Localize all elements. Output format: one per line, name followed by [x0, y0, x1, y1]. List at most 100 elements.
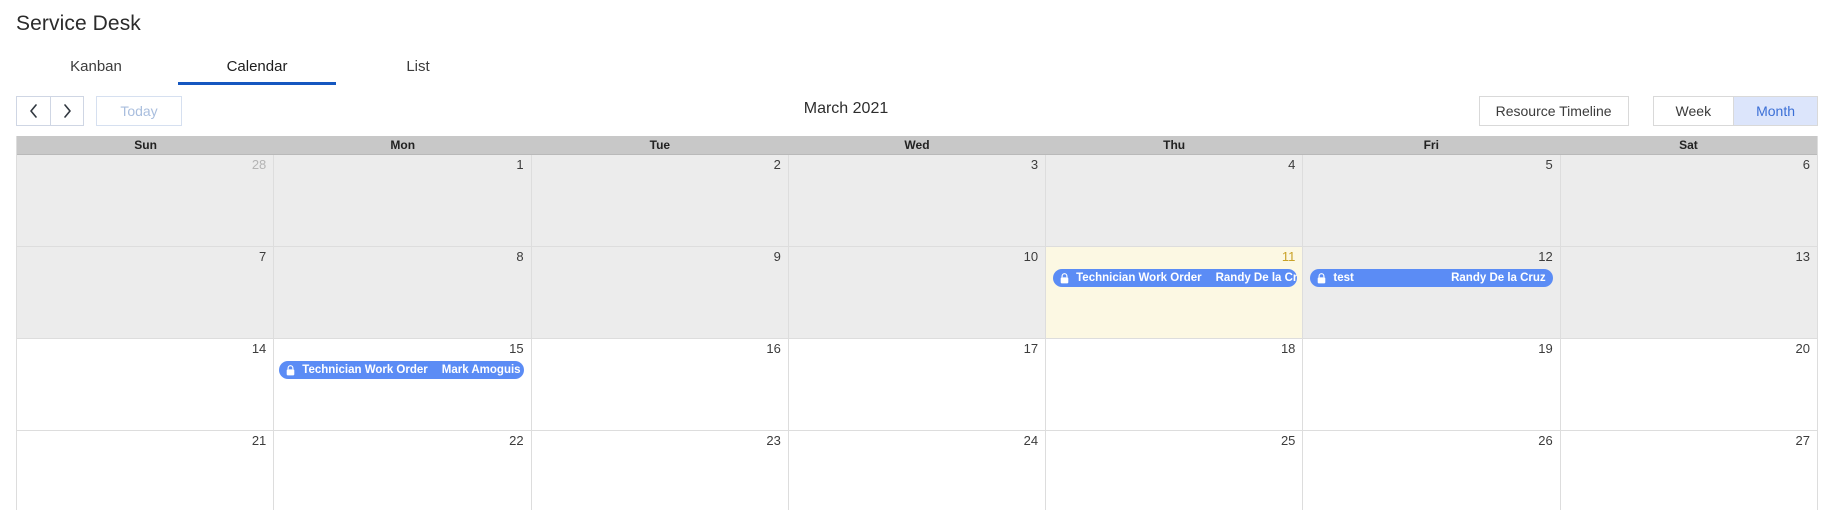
lock-icon	[1060, 272, 1069, 284]
day-number: 21	[251, 433, 267, 448]
day-header-wed: Wed	[904, 138, 930, 152]
day-cell[interactable]: 28	[17, 155, 275, 246]
day-number: 12	[1538, 249, 1553, 264]
tab-calendar-label: Calendar	[226, 58, 288, 75]
nav-arrow-group	[16, 96, 84, 126]
next-period-button[interactable]	[50, 96, 84, 126]
day-number: 23	[766, 433, 781, 448]
day-number: 4	[1288, 157, 1296, 172]
day-cell[interactable]: 9	[531, 247, 789, 338]
day-number: 8	[516, 249, 524, 264]
tab-list[interactable]: List	[342, 56, 494, 92]
day-number: 27	[1795, 433, 1810, 448]
day-cell[interactable]: 14	[17, 339, 275, 430]
calendar-event[interactable]: test Randy De la Cruz	[1310, 269, 1553, 287]
event-title: Technician Work Order	[1076, 272, 1202, 284]
view-segmented-control: Week Month	[1652, 96, 1818, 126]
event-title: test	[1333, 272, 1354, 284]
calendar-toolbar: Today March 2021 Resource Timeline Week …	[0, 96, 1834, 130]
day-header-thu: Thu	[1163, 138, 1186, 152]
day-cell[interactable]: 24	[788, 431, 1047, 510]
week-view-button[interactable]: Week	[1652, 96, 1735, 126]
day-cell[interactable]: 1	[274, 155, 532, 246]
month-calendar-grid: Sun Mon Tue Wed Thu Fri Sat 28 1 2 3 4 5…	[16, 136, 1818, 510]
day-number: 28	[251, 157, 267, 172]
calendar-event[interactable]: Technician Work Order Mark Amoguis	[279, 361, 524, 379]
day-number: 14	[251, 341, 267, 356]
day-number: 20	[1795, 341, 1810, 356]
day-number: 15	[509, 341, 524, 356]
event-assignee: Randy De la Cruz	[1451, 272, 1546, 284]
calendar-period-title-text: March 2021	[803, 100, 889, 117]
service-desk-page: Service Desk Kanban Calendar List Today …	[0, 0, 1834, 510]
lock-icon	[286, 364, 295, 376]
day-number: 16	[766, 341, 781, 356]
day-cell[interactable]: 3	[788, 155, 1047, 246]
day-cell[interactable]: 22	[274, 431, 532, 510]
day-number: 13	[1795, 249, 1810, 264]
day-header-mon: Mon	[390, 138, 416, 152]
month-view-button[interactable]: Month	[1734, 96, 1818, 126]
day-number: 25	[1280, 433, 1296, 448]
day-number: 3	[1030, 157, 1039, 172]
day-number: 19	[1538, 341, 1553, 356]
day-cell[interactable]: 10	[788, 247, 1047, 338]
day-header-tue: Tue	[649, 138, 671, 152]
day-cell[interactable]: 6	[1560, 155, 1817, 246]
tab-list-label: List	[406, 58, 430, 75]
day-cell[interactable]: 17	[788, 339, 1047, 430]
week-row: 7 8 9 10 11 Technician Work Order Randy …	[17, 247, 1817, 339]
week-row: 28 1 2 3 4 5 6	[17, 155, 1817, 247]
day-number: 10	[1023, 249, 1039, 264]
view-switcher: Resource Timeline Week Month	[1478, 96, 1818, 126]
day-cell[interactable]: 23	[531, 431, 789, 510]
day-number: 1	[516, 157, 524, 172]
day-number: 22	[509, 433, 524, 448]
day-cell[interactable]: 5	[1303, 155, 1561, 246]
event-assignee: Mark Amoguis	[441, 364, 521, 376]
day-cell[interactable]: 7	[17, 247, 275, 338]
day-cell[interactable]: 15 Technician Work Order Mark Amoguis	[274, 339, 532, 430]
day-cell[interactable]: 18	[1046, 339, 1304, 430]
day-cell[interactable]: 13	[1560, 247, 1817, 338]
day-cell[interactable]: 20	[1560, 339, 1817, 430]
day-cell[interactable]: 12 test Randy De la Cruz	[1303, 247, 1561, 338]
day-cell[interactable]: 8	[274, 247, 532, 338]
day-header-sat: Sat	[1679, 138, 1698, 152]
today-button[interactable]: Today	[96, 96, 182, 126]
day-header-fri: Fri	[1423, 138, 1439, 152]
day-number: 17	[1023, 341, 1039, 356]
day-number: 7	[259, 249, 267, 264]
day-number: 9	[773, 249, 781, 264]
week-row: 21 22 23 24 25 26 27	[17, 431, 1817, 510]
day-cell[interactable]: 21	[17, 431, 275, 510]
day-number: 11	[1281, 249, 1296, 264]
tab-kanban[interactable]: Kanban	[20, 56, 172, 92]
prev-period-button[interactable]	[16, 96, 50, 126]
day-cell[interactable]: 16	[531, 339, 789, 430]
page-title: Service Desk	[16, 12, 141, 35]
day-header-sun: Sun	[134, 138, 157, 152]
chevron-left-icon	[29, 104, 38, 118]
day-number: 5	[1545, 157, 1553, 172]
day-cell[interactable]: 19	[1303, 339, 1561, 430]
week-row: 14 15 Technician Work Order Mark Amoguis	[17, 339, 1817, 431]
day-number: 18	[1280, 341, 1296, 356]
event-assignee: Randy De la Cruz	[1215, 272, 1298, 284]
calendar-event[interactable]: Technician Work Order Randy De la Cruz	[1053, 269, 1298, 287]
day-number: 26	[1538, 433, 1553, 448]
view-tabs: Kanban Calendar List	[0, 56, 1834, 92]
resource-timeline-button[interactable]: Resource Timeline	[1478, 96, 1629, 126]
day-cell[interactable]: 27	[1560, 431, 1817, 510]
day-cell[interactable]: 4	[1046, 155, 1304, 246]
day-number: 6	[1802, 157, 1810, 172]
day-of-week-header-row: Sun Mon Tue Wed Thu Fri Sat	[17, 136, 1817, 155]
day-cell-today[interactable]: 11 Technician Work Order Randy De la Cru…	[1046, 247, 1304, 338]
event-title: Technician Work Order	[302, 364, 428, 376]
day-cell[interactable]: 25	[1046, 431, 1304, 510]
day-cell[interactable]: 2	[531, 155, 789, 246]
tab-kanban-label: Kanban	[70, 58, 122, 75]
tab-calendar[interactable]: Calendar	[178, 56, 336, 92]
day-number: 2	[773, 157, 781, 172]
day-cell[interactable]: 26	[1303, 431, 1561, 510]
